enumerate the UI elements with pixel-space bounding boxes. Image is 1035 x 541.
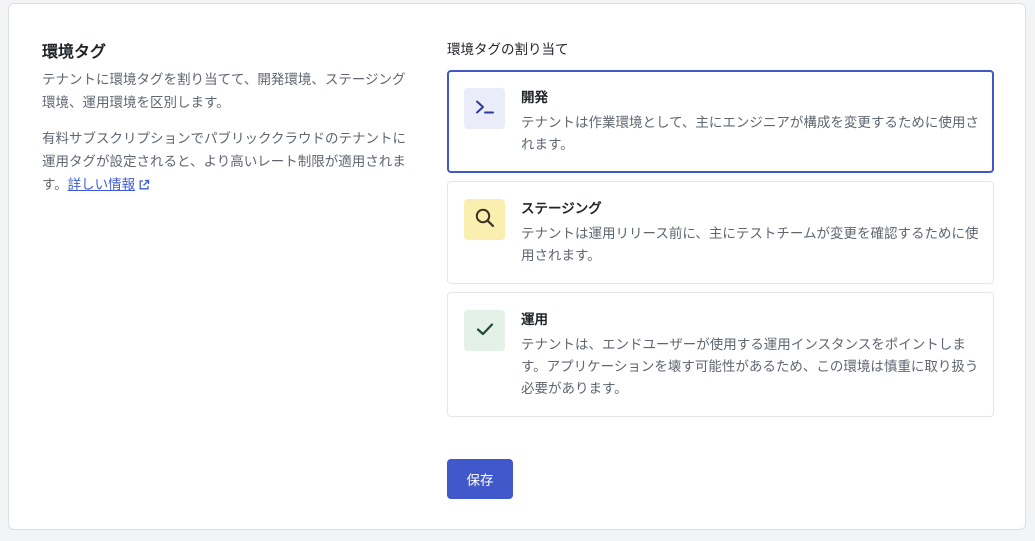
terminal-icon	[474, 98, 496, 120]
environment-tag-panel: 環境タグ テナントに環境タグを割り当てて、開発環境、ステージング環境、運用環境を…	[8, 3, 1026, 530]
development-icon-box	[464, 88, 505, 129]
external-link-icon[interactable]	[138, 176, 150, 199]
info-column: 環境タグ テナントに環境タグを割り当てて、開発環境、ステージング環境、運用環境を…	[42, 40, 412, 212]
check-icon	[475, 321, 495, 341]
option-description: テナントは作業環境として、主にエンジニアが構成を変更するために使用されます。	[521, 115, 979, 153]
option-title: ステージング	[521, 201, 602, 217]
learn-more-link[interactable]: 詳しい情報	[68, 177, 136, 193]
option-production[interactable]: 運用 テナントは、エンドユーザーが使用する運用インスタンスをポイントします。アプ…	[447, 292, 994, 417]
group-label: 環境タグの割り当て	[447, 42, 569, 58]
section-title: 環境タグ	[42, 42, 107, 61]
option-staging[interactable]: ステージング テナントは運用リリース前に、主にテストチームが変更を確認するために…	[447, 181, 994, 284]
production-icon-box	[464, 310, 505, 351]
option-development[interactable]: 開発 テナントは作業環境として、主にエンジニアが構成を変更するために使用されます…	[447, 70, 994, 173]
option-description: テナントは、エンドユーザーが使用する運用インスタンスをポイントします。アプリケー…	[521, 337, 979, 397]
rate-limit-note: 有料サブスクリプションでパブリッククラウドのテナントに運用タグが設定されると、よ…	[42, 128, 412, 199]
staging-icon-box	[464, 199, 505, 240]
tag-assignment-group: 環境タグの割り当て 開発 テナントは作業環境として、主にエンジニアが構成を変更す…	[447, 40, 994, 425]
save-button[interactable]: 保存	[447, 459, 513, 499]
description-text: テナントに環境タグを割り当てて、開発環境、ステージング環境、運用環境を区別します…	[42, 72, 406, 111]
option-title: 開発	[521, 90, 548, 106]
option-description: テナントは運用リリース前に、主にテストチームが変更を確認するために使用されます。	[521, 226, 979, 264]
option-title: 運用	[521, 312, 548, 328]
search-icon	[474, 207, 496, 233]
